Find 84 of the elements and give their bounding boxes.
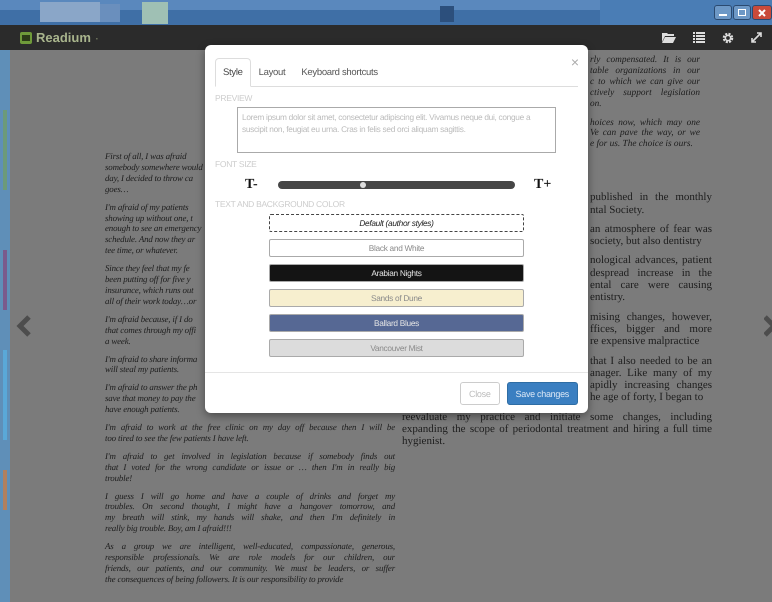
book-text-line: re expensive malpractice — [590, 335, 700, 348]
theme-option[interactable]: Default (author styles) — [269, 214, 524, 232]
minimize-button[interactable] — [714, 5, 732, 20]
book-text-line: day, I decided to throw ca — [105, 172, 193, 184]
book-text-line: I'm afraid to answer the ph — [105, 382, 198, 394]
book-text-line: rly compensated. It is our — [590, 55, 700, 66]
book-text-line: I'm afraid to share informa — [105, 354, 198, 364]
book-text-line: I'm afraid of my patients — [105, 202, 188, 213]
book-text-line: I'm afraid because, if I do — [105, 314, 193, 325]
maximize-button[interactable] — [733, 5, 751, 20]
book-text-line: expanding the scope of periodontal treatment and hiring a full time — [402, 423, 712, 436]
book-text-line: that comes through my offi — [105, 324, 196, 336]
book-text-line: First of all, I was afraid — [105, 151, 186, 162]
tab[interactable]: Layout — [250, 58, 294, 87]
book-text-line: an atmosphere of fear was — [590, 222, 712, 236]
book-text-line: somebody somewhere would — [105, 162, 203, 173]
book-text-line: I'm afraid to get involved in legislation because if somebody finds out — [105, 450, 395, 462]
book-text-line: ctively support legislation — [590, 88, 700, 99]
increase-font-button[interactable]: T+ — [534, 177, 552, 193]
app-title: Readium — [36, 30, 91, 45]
book-text-line: a week. — [105, 336, 131, 346]
book-text-line: friends, our patients, and our community. We must be leaders, or suffer — [105, 563, 395, 574]
book-text-line: hoices now, which may one — [590, 118, 700, 128]
book-text-line: have enough patients. — [105, 404, 180, 416]
book-text-line: will steal my patients. — [105, 364, 179, 376]
book-text-line: he age of forty, I began to — [590, 391, 704, 404]
close-button[interactable] — [752, 5, 772, 20]
list-icon[interactable] — [693, 32, 705, 43]
folder-icon[interactable] — [662, 32, 676, 43]
book-text-line: insurance, which runs out — [105, 284, 194, 296]
book-text-line: entistry. — [590, 291, 626, 304]
slider-thumb[interactable] — [360, 182, 366, 188]
book-text-line: apidly increasing changes — [590, 379, 712, 392]
book-text-line: enough to see an emergency — [105, 223, 202, 234]
book-text-line: mising changes, however, — [590, 310, 712, 323]
close-icon — [758, 8, 766, 16]
font-size-slider[interactable] — [278, 181, 515, 189]
book-text-line: As a group we are intelligent, well-educated, compassionate, generous, — [105, 541, 395, 552]
book-text-line: ffices, bigger and more — [590, 322, 712, 336]
book-text-line: table organizations in our — [590, 66, 700, 77]
book-text-line: nological advances, patient — [590, 254, 712, 267]
book-text-line: that I also needed to be an — [590, 354, 712, 367]
book-text-line: my breath will stink, my hands will shake, and then I'm definitely in — [105, 512, 395, 524]
book-text-line: too tired to see the few patients I have left. — [105, 432, 249, 444]
book-text-line: the consequences of being followers. It is our responsibility to provide — [105, 574, 344, 585]
book-text-line: Since they feel that my fe — [105, 263, 190, 274]
book-text-line: I guess I will go home and have a couple of drinks and forget my — [105, 490, 395, 502]
tab[interactable]: Style — [215, 58, 251, 87]
book-text-line: tee time, or whatever. — [105, 245, 178, 256]
settings-icon[interactable] — [722, 32, 734, 44]
book-text-line: society, but also dentistry — [590, 235, 702, 248]
book-text-line: troubles. On second thought, I might have a hangover tomorrow, and — [105, 501, 395, 512]
book-text-line: schedule. And now they ar — [105, 234, 195, 246]
book-text-line: goes… — [105, 184, 128, 195]
book-text-line: really big trouble. Boy, am I afraid!!! — [105, 523, 232, 534]
decrease-font-button[interactable]: T- — [245, 177, 278, 193]
tab[interactable]: Keyboard shortcuts — [293, 58, 386, 87]
book-text-line: showing up without one, t — [105, 212, 193, 224]
book-text-line: c to which we can give our — [590, 76, 700, 88]
book-text-line: despread increase in the — [590, 266, 712, 280]
book-text-line: reevaluate my practice and initiate some changes, including — [402, 410, 712, 423]
theme-option[interactable]: Arabian Nights — [269, 264, 524, 282]
title-separator: · — [94, 30, 99, 44]
book-text-line: save that money to pay the — [105, 393, 196, 404]
book-text-line: been putting off for five y — [105, 274, 190, 285]
theme-option[interactable]: Ballard Blues — [269, 314, 524, 332]
book-text-line: I'm afraid to work at the free clinic on my day off because then I will be — [105, 422, 395, 433]
book-text-line: that I voted for the wrong candidate or issue or … then I'm in really big — [105, 462, 395, 473]
book-text-line: hygienist. — [402, 435, 446, 448]
book-text-line: ental care were causing — [590, 279, 712, 292]
logo-icon — [20, 32, 32, 44]
book-text-line: responsible professionals. We are role models for our children, our — [105, 552, 395, 563]
book-text-line: e for us. The choice is ours. — [590, 139, 693, 150]
preview-text: Lorem ipsum dolor sit amet, consectetur adipiscing elit. Vivamus neque dui, congue a suscipit non, feugiat eu urna. Cras in felis sed orci aliquam sagittis. — [237, 107, 556, 153]
book-text-line: on. — [590, 98, 602, 110]
maximize-icon — [738, 9, 746, 16]
book-text-line: anager. Like many of my — [590, 366, 712, 380]
book-text-line: published in the monthly — [590, 191, 712, 204]
theme-option[interactable]: Black and White — [269, 239, 524, 257]
book-text-line: ntal Society. — [590, 204, 644, 216]
fullscreen-icon[interactable] — [751, 32, 762, 43]
book-text-line: Ve can pave the way, or we — [590, 128, 700, 140]
book-text-line: trouble! — [105, 472, 132, 484]
book-text-line: all of their work today…or — [105, 296, 196, 307]
